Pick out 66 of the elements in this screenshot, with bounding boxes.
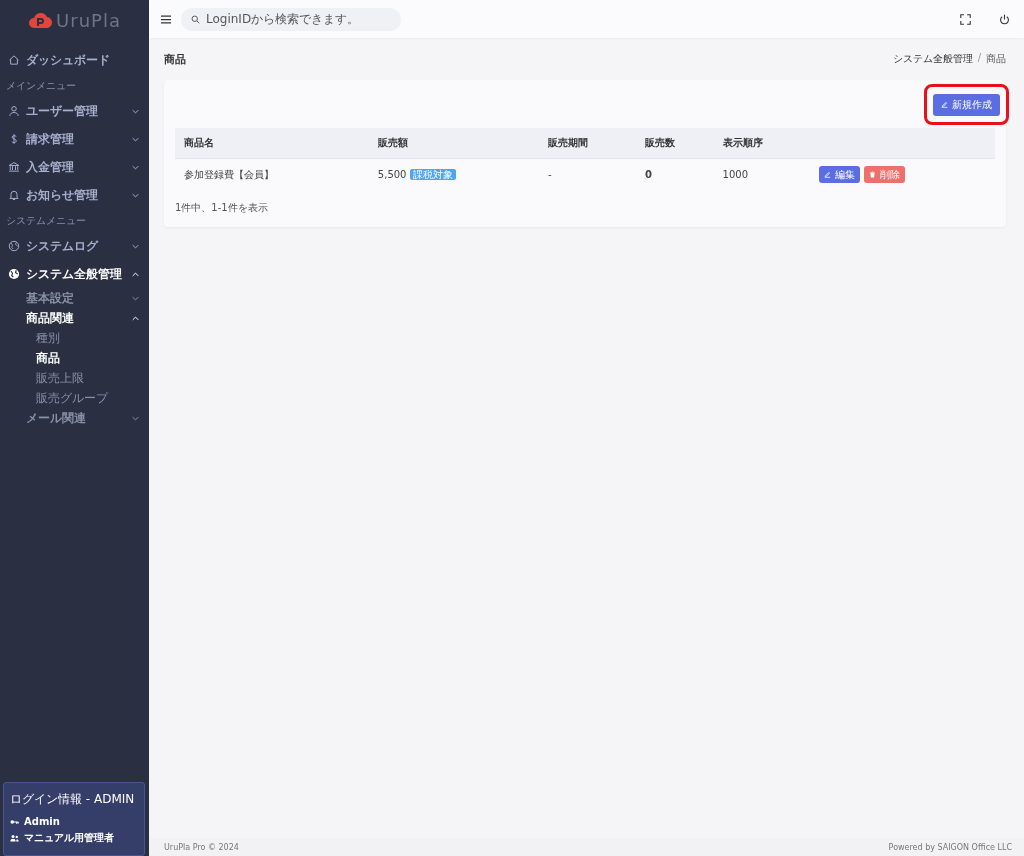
menu-item[interactable]: ダッシュボード (0, 46, 149, 74)
submenu-item[interactable]: 販売グループ (0, 388, 149, 408)
submenu-item[interactable]: 基本設定 (0, 288, 149, 308)
menu-item[interactable]: 請求管理 (0, 125, 149, 153)
table-cell: 1000 (713, 158, 811, 191)
column-header: 販売額 (368, 127, 540, 158)
tax-tag: 課税対象 (409, 168, 456, 180)
submenu-item[interactable]: 商品 (0, 348, 149, 368)
login-user: Admin (24, 816, 60, 827)
new-button[interactable]: 新規作成 (933, 93, 1000, 116)
logo-text: UruPla (56, 9, 121, 31)
menu-icon[interactable] (161, 14, 171, 24)
fullscreen-icon[interactable] (960, 13, 971, 25)
page-title: 商品 (164, 51, 186, 67)
breadcrumb-separator: / (977, 52, 981, 65)
globe-icon (8, 268, 20, 280)
submenu-item[interactable]: メール関連 (0, 408, 149, 428)
user-icon (8, 105, 20, 117)
column-header: 商品名 (175, 127, 369, 158)
chevron-down-icon (132, 415, 139, 421)
column-header: 表示順序 (713, 127, 811, 158)
chevron-down-icon (132, 192, 139, 198)
submenu-item[interactable]: 商品関連 (0, 308, 149, 328)
submenu-item[interactable]: 種別 (0, 328, 149, 348)
search-field[interactable]: LoginIDから検索できます。 (181, 7, 401, 31)
menu-heading: メインメニュー (5, 79, 77, 93)
login-role: マニュアル用管理者 (24, 831, 114, 845)
pencil-icon (941, 101, 948, 108)
chevron-down-icon (132, 164, 139, 170)
price-text: 5,500 (377, 168, 407, 180)
table-cell: 0 (636, 158, 714, 191)
column-header: 販売数 (636, 127, 714, 158)
record-count-text: 1件中、1-1件を表示 (175, 200, 269, 215)
chevron-down-icon (132, 295, 139, 301)
chevron-down-icon (132, 108, 139, 114)
table-cell: 参加登録費【会員】 (175, 158, 369, 191)
users-icon (10, 834, 19, 842)
bank-icon (8, 161, 20, 173)
menu-item[interactable]: システムログ (0, 232, 149, 260)
chevron-up-icon (132, 271, 139, 277)
bell-icon (8, 189, 20, 201)
power-icon[interactable] (999, 13, 1010, 25)
submenu-item[interactable]: 販売上限 (0, 368, 149, 388)
search-icon (191, 14, 200, 24)
breadcrumb-link[interactable]: システム全般管理 (892, 52, 973, 66)
copyright-text: UruPla Pro © 2024 (164, 842, 239, 852)
trash-icon (868, 171, 876, 178)
key-icon (10, 817, 19, 826)
menu-item[interactable]: お知らせ管理 (0, 181, 149, 209)
breadcrumb-current: 商品 (986, 52, 1006, 66)
menu-item[interactable]: ユーザー管理 (0, 97, 149, 125)
menu-item[interactable]: 入金管理 (0, 153, 149, 181)
menu-heading: システムメニュー (5, 214, 87, 228)
cloud-logo-icon (28, 10, 53, 30)
home-icon (8, 54, 20, 66)
edit-button[interactable]: 編集 (819, 166, 861, 183)
pencil-icon (824, 171, 832, 178)
powered-by-text: Powered by SAIGON Office LLC (888, 842, 1012, 852)
login-info-title: ログイン情報 - ADMIN (10, 791, 136, 808)
chevron-down-icon (132, 136, 139, 142)
chevron-down-icon (132, 243, 139, 249)
menu-item[interactable]: システム全般管理 (0, 260, 149, 288)
chevron-up-icon (132, 315, 139, 321)
table-cell: - (539, 158, 636, 191)
globe-icon (8, 240, 20, 252)
column-header: 販売期間 (539, 127, 636, 158)
